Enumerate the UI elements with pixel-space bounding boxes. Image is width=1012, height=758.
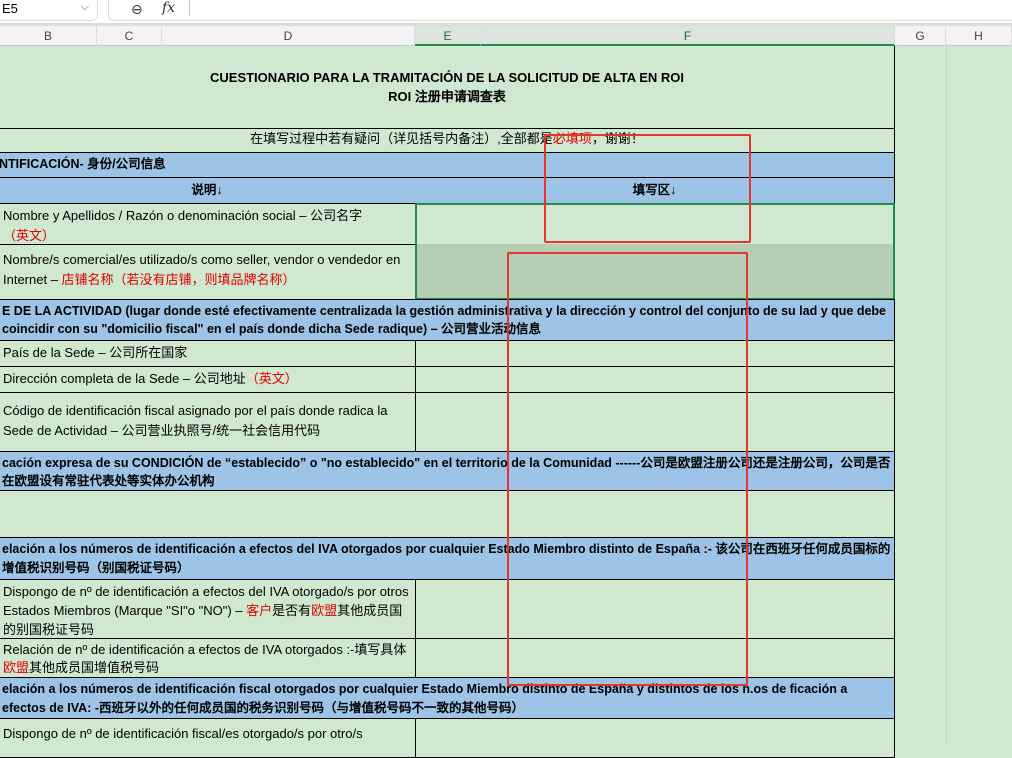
col-header-g[interactable]: G (895, 26, 946, 46)
label-text: 其他成员国增值税号码 (29, 660, 160, 675)
annotation-red-box (544, 134, 751, 243)
label-note: （英文） (245, 371, 298, 386)
row-vat-have-label[interactable]: Dispongo de nº de identificación a efect… (0, 579, 416, 639)
section-identification[interactable]: NTIFICACIÓN- 身份/公司信息 (0, 152, 895, 178)
col-header-c[interactable]: C (97, 26, 162, 46)
formula-bar: E5 ⌵ ⊖ fx (0, 0, 1012, 24)
label-note: 店铺名称（若没有店铺，则填品牌名称） (61, 272, 296, 287)
row-vat-list-label[interactable]: Relación de nº de identificación a efect… (0, 638, 416, 678)
label-text: Dirección completa de la Sede – 公司地址 (3, 371, 246, 386)
fiscal-have-input[interactable] (415, 718, 895, 758)
section-vat-numbers[interactable]: elación a los números de identificación … (0, 537, 895, 580)
header-description[interactable]: 说明↓ (0, 177, 416, 204)
annotation-red-box (507, 252, 748, 686)
row-store-name-label[interactable]: Nombre/s comercial/es utilizado/s como s… (0, 244, 416, 300)
formula-input[interactable] (108, 0, 1012, 21)
label-red: 欧盟 (3, 660, 30, 675)
fx-icon[interactable]: fx (162, 0, 175, 16)
sheet-subtitle: ROI 注册申请调查表 (388, 89, 506, 104)
gridline (946, 46, 947, 743)
label-text: 是否有 (272, 603, 312, 618)
sheet-title: CUESTIONARIO PARA LA TRAMITACIÓN DE LA S… (210, 70, 684, 85)
label-note: （英文） (3, 228, 56, 243)
establishment-input[interactable] (0, 490, 895, 538)
title-cell[interactable]: CUESTIONARIO PARA LA TRAMITACIÓN DE LA S… (0, 46, 895, 129)
name-box[interactable]: E5 ⌵ (0, 0, 98, 21)
section-establishment[interactable]: cación expresa de su CONDICIÓN de “estab… (0, 451, 895, 491)
row-address-label[interactable]: Dirección completa de la Sede – 公司地址（英文） (0, 366, 416, 393)
note-cell[interactable]: 在填写过程中若有疑问（详见括号内备注）,全部都是必填项，谢谢！ (0, 128, 895, 153)
row-company-name-label[interactable]: Nombre y Apellidos / Razón o denominació… (0, 203, 416, 245)
col-header-h[interactable]: H (946, 26, 1012, 46)
row-country-label[interactable]: País de la Sede – 公司所在国家 (0, 340, 416, 367)
section-activity[interactable]: E DE LA ACTIVIDAD (lugar donde esté efec… (0, 299, 895, 341)
row-tax-code-label[interactable]: Código de identificación fiscal asignado… (0, 392, 416, 452)
col-header-f[interactable]: F (481, 26, 895, 46)
label-red: 客户 (246, 603, 273, 618)
row-fiscal-have-label[interactable]: Dispongo de nº de identificación fiscal/… (0, 718, 416, 758)
column-headers: B C D E F G H (0, 26, 1012, 46)
note-text: 在填写过程中若有疑问（详见括号内备注）,全部都是 (250, 131, 553, 146)
chevron-down-icon[interactable]: ⌵ (81, 1, 89, 14)
col-header-e[interactable]: E (415, 26, 481, 46)
section-fiscal-numbers[interactable]: elación a los números de identificación … (0, 677, 895, 719)
divider (189, 0, 190, 16)
label-red: 欧盟 (311, 603, 338, 618)
col-header-d[interactable]: D (162, 26, 415, 46)
col-header-b[interactable]: B (0, 26, 97, 46)
label-text: Relación de nº de identificación a efect… (3, 642, 407, 657)
cell-ref: E5 (2, 1, 18, 16)
zoom-icon[interactable]: ⊖ (131, 1, 143, 18)
label-text: Nombre y Apellidos / Razón o denominació… (3, 208, 363, 223)
